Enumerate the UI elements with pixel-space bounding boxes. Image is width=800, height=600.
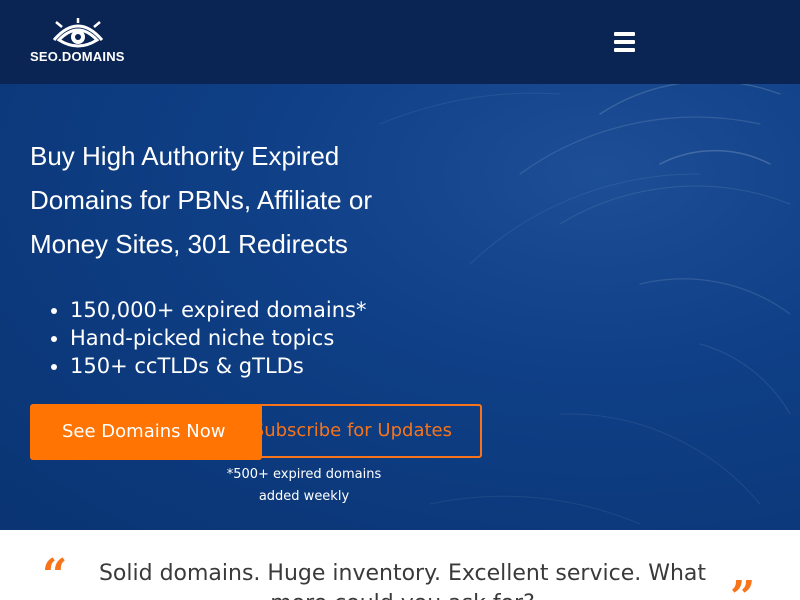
note-line: added weekly [258, 489, 350, 504]
testimonial-section: “ Solid domains. Huge inventory. Excelle… [0, 530, 800, 600]
note-line: *500+ expired domains [226, 467, 382, 482]
site-logo[interactable]: SEO.DOMAINS [30, 18, 134, 68]
eye-logo-icon [52, 18, 104, 48]
close-quote-icon: ” [730, 572, 756, 600]
subscribe-button[interactable]: Subscribe for Updates [224, 404, 482, 458]
open-quote-icon: “ [42, 550, 68, 600]
logo-text: SEO.DOMAINS [30, 49, 125, 64]
hero-section: Buy High Authority Expired Domains for P… [0, 84, 800, 530]
feature-list: 150,000+ expired domains* Hand-picked ni… [40, 296, 366, 380]
feature-item: 150+ ccTLDs & gTLDs [70, 352, 366, 380]
weekly-note: *500+ expired domains added weekly [224, 464, 384, 508]
hamburger-menu-icon[interactable] [612, 30, 638, 54]
testimonial-text: Solid domains. Huge inventory. Excellent… [98, 561, 707, 600]
see-domains-button[interactable]: See Domains Now [30, 404, 262, 460]
hero-headline: Buy High Authority Expired Domains for P… [30, 141, 372, 259]
feature-item: Hand-picked niche topics [70, 324, 366, 352]
site-header: SEO.DOMAINS [0, 0, 800, 84]
feature-item: 150,000+ expired domains* [70, 296, 366, 324]
